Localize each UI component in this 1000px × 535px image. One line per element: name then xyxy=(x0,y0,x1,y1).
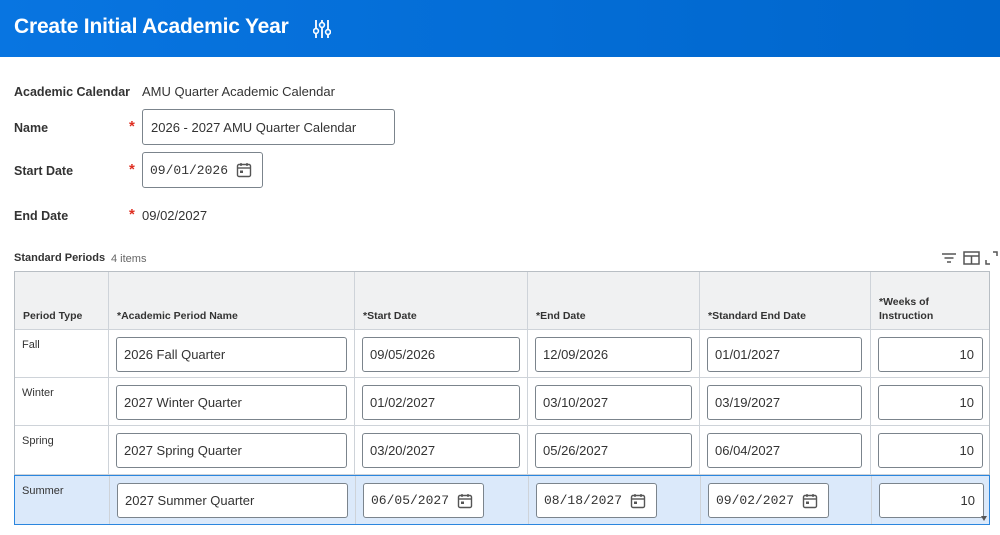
start-date-input[interactable]: 01/02/2027 xyxy=(362,385,520,420)
calendar-icon[interactable] xyxy=(236,162,252,178)
weeks-input[interactable]: 10 xyxy=(878,433,983,468)
column-header[interactable]: Period Type xyxy=(15,272,109,330)
weeks-input[interactable]: 10 xyxy=(878,385,983,420)
table-row[interactable]: Spring 2027 Spring Quarter 03/20/2027 05… xyxy=(15,426,989,475)
required-marker: * xyxy=(129,161,135,178)
grid-header: Period Type *Academic Period Name *Start… xyxy=(15,272,989,330)
column-header[interactable]: *Standard End Date xyxy=(700,272,871,330)
end-date-input[interactable]: 05/26/2027 xyxy=(535,433,692,468)
standard-periods-grid: Period Type *Academic Period Name *Start… xyxy=(14,271,990,525)
period-type: Winter xyxy=(22,387,54,399)
period-name-input[interactable]: 2027 Winter Quarter xyxy=(116,385,347,420)
items-count: 4 items xyxy=(111,253,147,265)
calendar-icon[interactable] xyxy=(802,493,818,509)
academic-calendar-value: AMU Quarter Academic Calendar xyxy=(142,84,335,99)
column-header[interactable]: *Start Date xyxy=(355,272,528,330)
end-date-input[interactable]: 12/09/2026 xyxy=(535,337,692,372)
name-label: Name xyxy=(14,121,49,135)
start-date-label: Start Date xyxy=(14,164,74,178)
period-name-input[interactable]: 2027 Summer Quarter xyxy=(117,483,348,518)
start-date-value: 09/01/2026 xyxy=(150,162,229,178)
column-header[interactable]: *Weeks of Instruction xyxy=(871,272,989,330)
required-marker: * xyxy=(129,206,135,223)
column-header[interactable]: *Academic Period Name xyxy=(109,272,355,330)
calendar-icon[interactable] xyxy=(630,493,646,509)
end-date-input[interactable]: 03/10/2027 xyxy=(535,385,692,420)
end-date-label: End Date xyxy=(14,209,69,223)
filter-icon[interactable] xyxy=(941,250,957,266)
calendar-icon[interactable] xyxy=(457,493,473,509)
page-header: Create Initial Academic Year xyxy=(0,0,1000,57)
table-row[interactable]: Winter 2027 Winter Quarter 01/02/2027 03… xyxy=(15,378,989,426)
standard-end-date-input[interactable]: 06/04/2027 xyxy=(707,433,862,468)
period-name-input[interactable]: 2026 Fall Quarter xyxy=(116,337,347,372)
sliders-icon[interactable] xyxy=(313,19,331,39)
standard-periods-title: Standard Periods xyxy=(14,252,106,264)
start-date-input[interactable]: 03/20/2027 xyxy=(362,433,520,468)
page-title: Create Initial Academic Year xyxy=(14,15,289,38)
table-row[interactable]: Summer 2027 Summer Quarter 06/05/2027 08… xyxy=(14,475,990,525)
table-row[interactable]: Fall 2026 Fall Quarter 09/05/2026 12/09/… xyxy=(15,330,989,378)
required-marker: * xyxy=(129,118,135,135)
start-date-input[interactable]: 09/05/2026 xyxy=(362,337,520,372)
standard-end-date-input[interactable]: 01/01/2027 xyxy=(707,337,862,372)
end-date-value: 09/02/2027 xyxy=(142,208,208,223)
period-type: Spring xyxy=(22,435,54,447)
weeks-input[interactable]: 10 xyxy=(879,483,984,518)
academic-calendar-label: Academic Calendar xyxy=(14,85,131,99)
standard-end-date-input[interactable]: 03/19/2027 xyxy=(707,385,862,420)
columns-icon[interactable] xyxy=(963,250,980,266)
scroll-down-icon[interactable] xyxy=(981,516,987,521)
name-field[interactable]: 2026 - 2027 AMU Quarter Calendar xyxy=(142,109,395,145)
period-type: Fall xyxy=(22,339,40,351)
period-type: Summer xyxy=(22,485,64,497)
expand-icon[interactable] xyxy=(985,250,998,266)
period-name-input[interactable]: 2027 Spring Quarter xyxy=(116,433,347,468)
column-header[interactable]: *End Date xyxy=(528,272,700,330)
weeks-input[interactable]: 10 xyxy=(878,337,983,372)
